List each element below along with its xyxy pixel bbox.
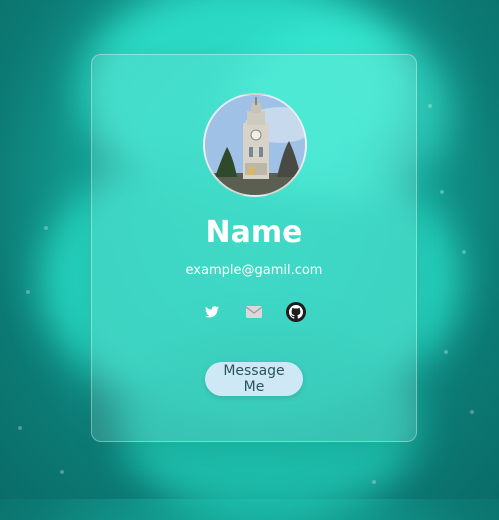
bubble [26,290,30,294]
avatar [203,93,307,197]
bubble [372,480,376,484]
mail-icon [246,306,262,318]
bubble [470,410,474,414]
bubble [444,350,448,354]
twitter-link[interactable] [202,302,222,322]
mail-link[interactable] [244,302,264,322]
twitter-icon [205,306,219,318]
bubble [60,470,64,474]
social-links [92,302,416,322]
message-me-button[interactable]: Message Me [205,362,303,396]
bubble [462,250,466,254]
github-icon [289,305,303,319]
profile-email: example@gamil.com [185,263,323,278]
bubble [18,426,22,430]
profile-name: Name [205,215,303,250]
bubble [44,226,48,230]
bubble [428,104,432,108]
bubble [440,190,444,194]
profile-card: Name example@gamil.com Message Me [91,54,417,442]
github-link[interactable] [286,302,306,322]
avatar-image [205,95,305,195]
